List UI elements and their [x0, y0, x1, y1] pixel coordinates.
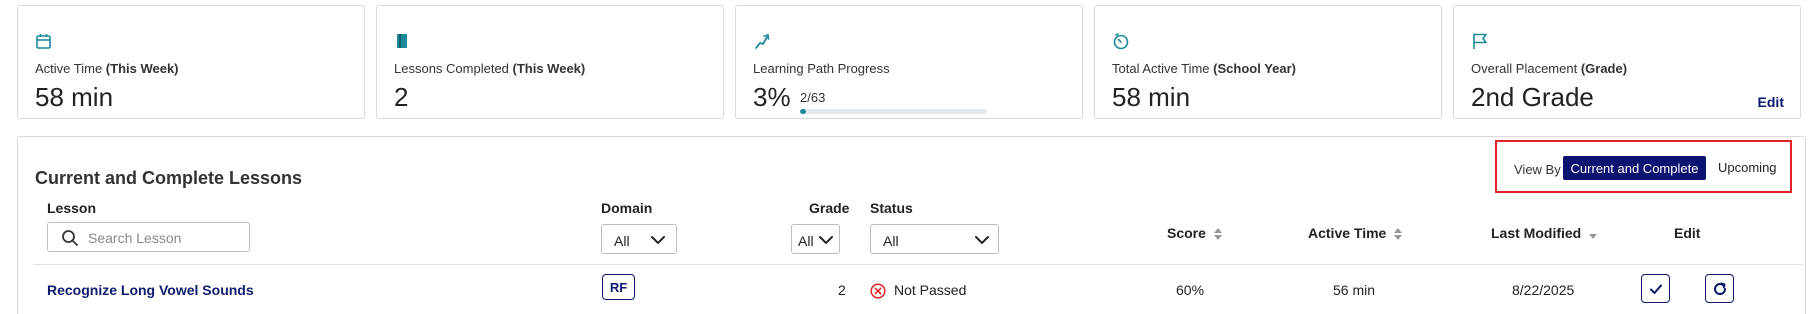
- active-time-card: Active Time (This Week) 58 min: [17, 5, 365, 119]
- search-lesson-input[interactable]: Search Lesson: [47, 222, 250, 252]
- overall-placement-card: Overall Placement (Grade) 2nd Grade Edit: [1453, 5, 1801, 119]
- score-cell: 60%: [1176, 282, 1205, 298]
- card-label: Overall Placement (Grade): [1471, 61, 1628, 76]
- domain-column-header: Domain: [601, 200, 653, 216]
- view-by-label: View By: [1514, 162, 1561, 177]
- card-label: Active Time (This Week): [35, 61, 179, 76]
- last-modified-column-header[interactable]: Last Modified: [1491, 225, 1598, 241]
- chevron-down-icon: [651, 236, 665, 245]
- edit-column-header: Edit: [1674, 225, 1701, 241]
- progress-count: 2/63: [800, 90, 826, 105]
- last-modified-cell: 8/22/2025: [1512, 282, 1575, 298]
- mark-complete-button[interactable]: [1641, 274, 1670, 303]
- domain-badge: RF: [602, 274, 635, 300]
- total-active-time-card: Total Active Time (School Year) 58 min: [1094, 5, 1442, 119]
- score-header-label: Score: [1167, 225, 1206, 241]
- chevron-down-icon: [819, 236, 833, 245]
- timer-icon: [1113, 33, 1129, 50]
- lesson-link[interactable]: Recognize Long Vowel Sounds: [47, 282, 254, 298]
- status-select-value: All: [883, 233, 899, 249]
- panel-title: Current and Complete Lessons: [35, 168, 303, 188]
- view-by-toggle: View By Current and Complete Upcoming: [1495, 140, 1792, 193]
- sort-icon: [1394, 228, 1403, 241]
- edit-placement-link[interactable]: Edit: [1758, 94, 1784, 110]
- domain-select[interactable]: All: [601, 224, 677, 254]
- progress-fill: [800, 109, 806, 114]
- status-select[interactable]: All: [870, 224, 999, 254]
- lesson-column-header: Lesson: [47, 200, 97, 216]
- header-divider: [33, 264, 1803, 265]
- card-value: 58 min: [1112, 82, 1191, 112]
- view-upcoming-button[interactable]: Upcoming: [1718, 160, 1777, 175]
- refresh-icon: [1713, 282, 1726, 295]
- grade-select-value: All: [798, 233, 814, 249]
- card-value: 58 min: [35, 82, 114, 112]
- status-column-header: Status: [870, 200, 913, 216]
- grade-cell: 2: [838, 282, 846, 298]
- not-passed-icon: [870, 283, 886, 299]
- search-placeholder: Search Lesson: [88, 230, 182, 246]
- last-modified-header-label: Last Modified: [1491, 225, 1582, 241]
- domain-select-value: All: [614, 233, 630, 249]
- card-label: Lessons Completed (This Week): [394, 61, 586, 76]
- card-label: Total Active Time (School Year): [1112, 61, 1296, 76]
- lessons-panel: Current and Complete Lessons View By Cur…: [17, 136, 1806, 314]
- chevron-down-icon: [975, 236, 989, 245]
- check-icon: [1649, 284, 1662, 294]
- summary-cards: Active Time (This Week) 58 min Lessons C…: [17, 5, 1801, 119]
- card-value: 2: [394, 82, 409, 112]
- active-time-column-header[interactable]: Active Time: [1308, 225, 1403, 241]
- sort-desc-icon: [1589, 234, 1598, 240]
- path-icon: [755, 34, 770, 49]
- score-column-header[interactable]: Score: [1167, 225, 1223, 241]
- lessons-completed-card: Lessons Completed (This Week) 2: [376, 5, 724, 119]
- card-value: 3%: [753, 82, 791, 112]
- view-current-complete-button[interactable]: Current and Complete: [1563, 156, 1706, 180]
- book-icon: [397, 34, 407, 48]
- card-label: Learning Path Progress: [753, 61, 890, 76]
- status-cell: Not Passed: [894, 282, 967, 298]
- card-value: 2nd Grade: [1471, 82, 1594, 112]
- flag-icon: [1473, 33, 1487, 49]
- grade-select[interactable]: All: [791, 224, 840, 254]
- grade-column-header: Grade: [809, 200, 850, 216]
- learning-path-card: Learning Path Progress 3% 2/63: [735, 5, 1083, 119]
- active-time-cell: 56 min: [1333, 282, 1376, 298]
- sort-icon: [1213, 228, 1222, 241]
- reassign-button[interactable]: [1705, 274, 1734, 303]
- active-time-header-label: Active Time: [1308, 225, 1387, 241]
- search-icon: [62, 230, 78, 246]
- progress-bar: [800, 109, 987, 114]
- calendar-icon: [36, 34, 51, 49]
